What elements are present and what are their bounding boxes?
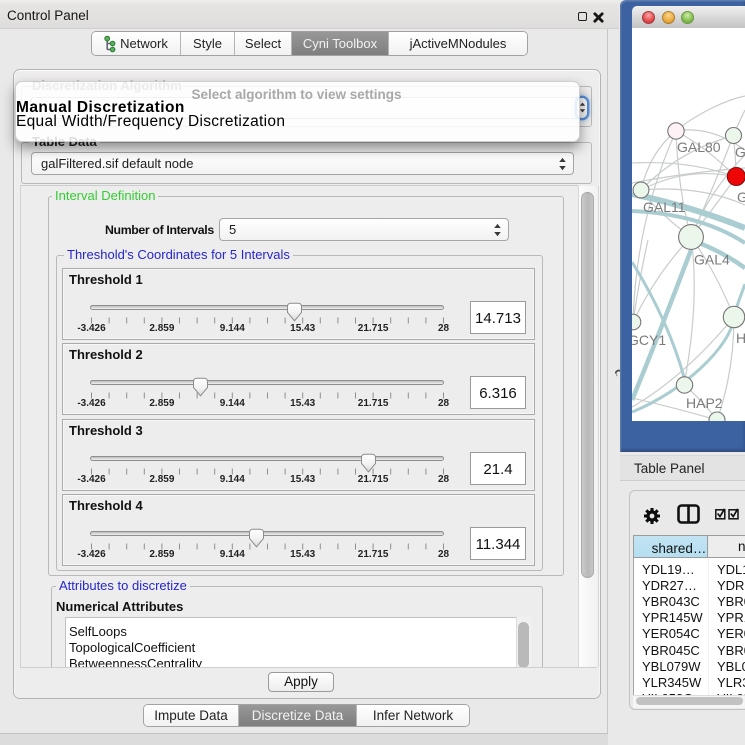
- svg-text:GA: GA: [735, 144, 745, 160]
- svg-text:HA: HA: [736, 330, 745, 346]
- svg-text:HAP2: HAP2: [686, 395, 723, 411]
- svg-text:GAL80: GAL80: [677, 139, 721, 155]
- svg-text:GAL4: GAL4: [694, 252, 730, 268]
- svg-text:GCY1: GCY1: [632, 332, 666, 348]
- svg-text:GAL11: GAL11: [643, 199, 686, 215]
- svg-text:GA: GA: [737, 189, 745, 205]
